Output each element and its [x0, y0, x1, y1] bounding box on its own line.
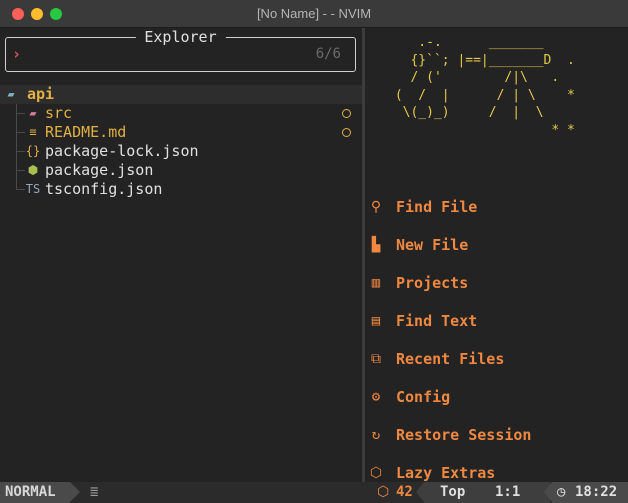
dashboard-item-label: Find File [396, 198, 478, 216]
clock-icon: ◷ [557, 484, 566, 500]
tree-branch-guide [16, 189, 25, 190]
tree-branch-guide [16, 113, 25, 114]
dashboard-item-label: New File [396, 236, 469, 254]
dashboard-pane: .-. _______ {}``; |==|_______D . / (' /|… [365, 28, 628, 482]
tree-item[interactable]: ▰ src [0, 104, 362, 123]
tree-branch-guide [16, 170, 25, 171]
window-title: [No Name] - - NVIM [256, 6, 372, 21]
scroll-indicator: Top [440, 484, 466, 500]
tree-item-label: package.json [45, 161, 154, 179]
new-file-icon: ▙ [371, 237, 381, 253]
typescript-icon: TS [25, 182, 41, 196]
tree-item-label: README.md [45, 123, 127, 141]
dashboard-item-label: Lazy Extras [396, 464, 496, 482]
title-bar: [No Name] - - NVIM [0, 0, 628, 28]
ascii-art-logo: .-. _______ {}``; |==|_______D . / (' /|… [394, 35, 575, 138]
json-icon: {} [25, 144, 41, 158]
status-line: NORMAL ≣ ⬡ 42 Top 1:1 ◷ 18:22 [0, 482, 628, 503]
package-icon: ⬡ [377, 484, 390, 500]
tree-branch-guide [16, 132, 25, 133]
dashboard-item-config[interactable]: ⚙ Config [365, 388, 628, 426]
git-modified-icon [342, 128, 351, 137]
time-separator [544, 482, 552, 502]
dashboard-item-label: Config [396, 388, 451, 406]
tree-root[interactable]: ▰ api [0, 85, 362, 104]
chevron-right-icon: › [12, 45, 22, 63]
tree-item[interactable]: TS tsconfig.json [0, 180, 362, 199]
git-modified-icon [342, 109, 351, 118]
dashboard-item-restore-session[interactable]: ↻ Restore Session [365, 426, 628, 464]
tree-item-label: api [27, 85, 55, 103]
dashboard-item-find-text[interactable]: ▤ Find Text [365, 312, 628, 350]
dashboard-item-label: Projects [396, 274, 469, 292]
tree-item-label: src [45, 104, 73, 122]
explorer-finder[interactable]: Explorer › 6/6 [5, 28, 356, 72]
tree-item-label: tsconfig.json [45, 180, 163, 198]
tree-item[interactable]: ⬢ package.json [0, 161, 362, 180]
cursor-position: 1:1 [495, 484, 521, 500]
gear-icon: ⚙ [371, 389, 381, 405]
dashboard-item-recent-files[interactable]: ⧉ Recent Files [365, 350, 628, 388]
dashboard-item-label: Recent Files [396, 350, 505, 368]
tree-item[interactable]: {} package-lock.json [0, 142, 362, 161]
file-tree: ▰ api ▰ src ≡ README.md {} package-lock.json ⬢ pa… [0, 85, 362, 199]
position-separator [416, 482, 424, 502]
recent-files-icon: ⧉ [371, 351, 381, 367]
folder-icon: ▰ [29, 106, 37, 120]
match-count: 6/6 [315, 46, 341, 62]
nodejs-icon: ⬢ [27, 163, 39, 177]
plugin-count: 42 [396, 484, 413, 500]
search-icon: ⚲ [370, 199, 382, 215]
tree-item-label: package-lock.json [45, 142, 199, 160]
dashboard-item-label: Find Text [396, 312, 478, 330]
mode-separator [70, 482, 80, 502]
explorer-title: Explorer [135, 28, 226, 46]
projects-icon: ▥ [371, 275, 381, 291]
find-text-icon: ▤ [371, 313, 381, 329]
tree-item[interactable]: ≡ README.md [0, 123, 362, 142]
dashboard-item-projects[interactable]: ▥ Projects [365, 274, 628, 312]
dashboard-item-lazy-extras[interactable]: ⬡ Lazy Extras [365, 464, 628, 482]
readme-icon: ≡ [29, 125, 37, 139]
explorer-pane: Explorer › 6/6 ▰ api ▰ src ≡ README.md {} packa… [0, 28, 362, 482]
dashboard-item-find-file[interactable]: ⚲ Find File [365, 198, 628, 236]
dashboard-menu: ⚲ Find File ▙ New File ▥ Projects ▤ Find Text ⧉ R… [365, 198, 628, 482]
mode-indicator: NORMAL [0, 482, 70, 503]
package-icon: ⬡ [369, 465, 383, 481]
tree-branch-guide [16, 151, 25, 152]
clock-time: 18:22 [575, 484, 618, 500]
dashboard-item-new-file[interactable]: ▙ New File [365, 236, 628, 274]
folder-open-icon: ▰ [7, 87, 15, 101]
lines-icon: ≣ [90, 484, 99, 500]
dashboard-item-label: Restore Session [396, 426, 532, 444]
restore-icon: ↻ [371, 427, 381, 443]
